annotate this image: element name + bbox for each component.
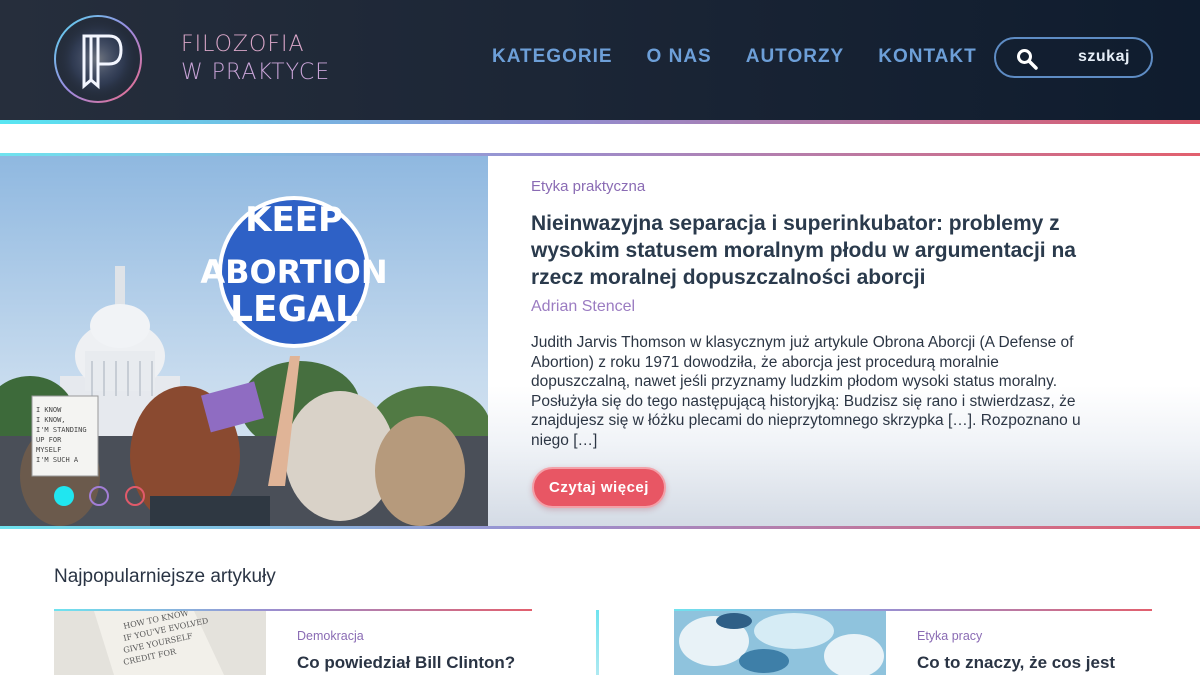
featured-article-image[interactable]: I KNOW I KNOW, I'M STANDING UP FOR MYSELF I… <box>0 156 488 526</box>
nav-item-kategorie[interactable]: KATEGORIE <box>492 46 613 68</box>
popular-section-title: Najpopularniejsze artykuły <box>54 566 276 587</box>
site-header: FILOZOFIA W PRAKTYCE KATEGORIE O NAS AUT… <box>0 0 1200 122</box>
logo-line-1: FILOZOFIA <box>181 32 305 57</box>
slider-dot-3[interactable] <box>125 486 145 506</box>
featured-author[interactable]: Adrian Stencel <box>531 298 635 316</box>
article-card-category[interactable]: Demokracja <box>297 629 364 643</box>
featured-article: I KNOW I KNOW, I'M STANDING UP FOR MYSELF I… <box>0 156 1200 526</box>
svg-text:UP FOR: UP FOR <box>36 436 62 444</box>
featured-excerpt: Judith Jarvis Thomson w klasycznym już a… <box>531 334 1081 449</box>
svg-text:I'M STANDING: I'M STANDING <box>36 426 87 434</box>
logo-icon[interactable] <box>53 14 143 104</box>
article-card-image[interactable]: HOW TO KNOW IF YOU'VE EVOLVED GIVE YOURS… <box>54 611 266 675</box>
protest-photo: I KNOW I KNOW, I'M STANDING UP FOR MYSELF I… <box>0 156 488 526</box>
svg-text:KEEP: KEEP <box>245 200 343 240</box>
svg-text:I'M SUCH A: I'M SUCH A <box>36 456 79 464</box>
main-nav: KATEGORIE O NAS AUTORZY KONTAKT <box>492 46 1011 68</box>
search-label: szukaj <box>1078 48 1130 65</box>
search-icon <box>1017 49 1038 70</box>
svg-text:ABORTION: ABORTION <box>200 253 387 291</box>
article-card[interactable]: Etyka pracy Co to znaczy, że cos jest <box>674 609 1152 675</box>
nav-item-autorzy[interactable]: AUTORZY <box>746 46 844 68</box>
svg-text:LEGAL: LEGAL <box>230 289 358 330</box>
article-card-image[interactable] <box>674 611 886 675</box>
featured-title[interactable]: Nieinwazyjna separacja i superinkubator:… <box>531 210 1101 291</box>
nav-item-kontakt[interactable]: KONTAKT <box>878 46 976 68</box>
nav-item-o-nas[interactable]: O NAS <box>647 46 712 68</box>
svg-text:I KNOW,: I KNOW, <box>36 416 66 424</box>
site-logo-text[interactable]: FILOZOFIA W PRAKTYCE <box>181 31 330 87</box>
article-card-title[interactable]: Co powiedział Bill Clinton? <box>297 653 515 673</box>
logo-line-2: W PRAKTYCE <box>181 60 331 85</box>
read-more-button[interactable]: Czytaj więcej <box>532 467 666 508</box>
slider-dot-1[interactable] <box>54 486 74 506</box>
cards-divider <box>596 610 599 675</box>
article-card-title[interactable]: Co to znaczy, że cos jest <box>917 653 1115 673</box>
hero-bottom-line <box>0 526 1200 529</box>
search-button[interactable]: szukaj <box>994 37 1153 78</box>
svg-text:I KNOW: I KNOW <box>36 406 62 414</box>
article-card[interactable]: HOW TO KNOW IF YOU'VE EVOLVED GIVE YOURS… <box>54 609 532 675</box>
header-gradient-line <box>0 120 1200 124</box>
slider-dot-2[interactable] <box>89 486 109 506</box>
article-card-category[interactable]: Etyka pracy <box>917 629 982 643</box>
featured-category[interactable]: Etyka praktyczna <box>531 178 645 195</box>
svg-text:MYSELF: MYSELF <box>36 446 61 454</box>
